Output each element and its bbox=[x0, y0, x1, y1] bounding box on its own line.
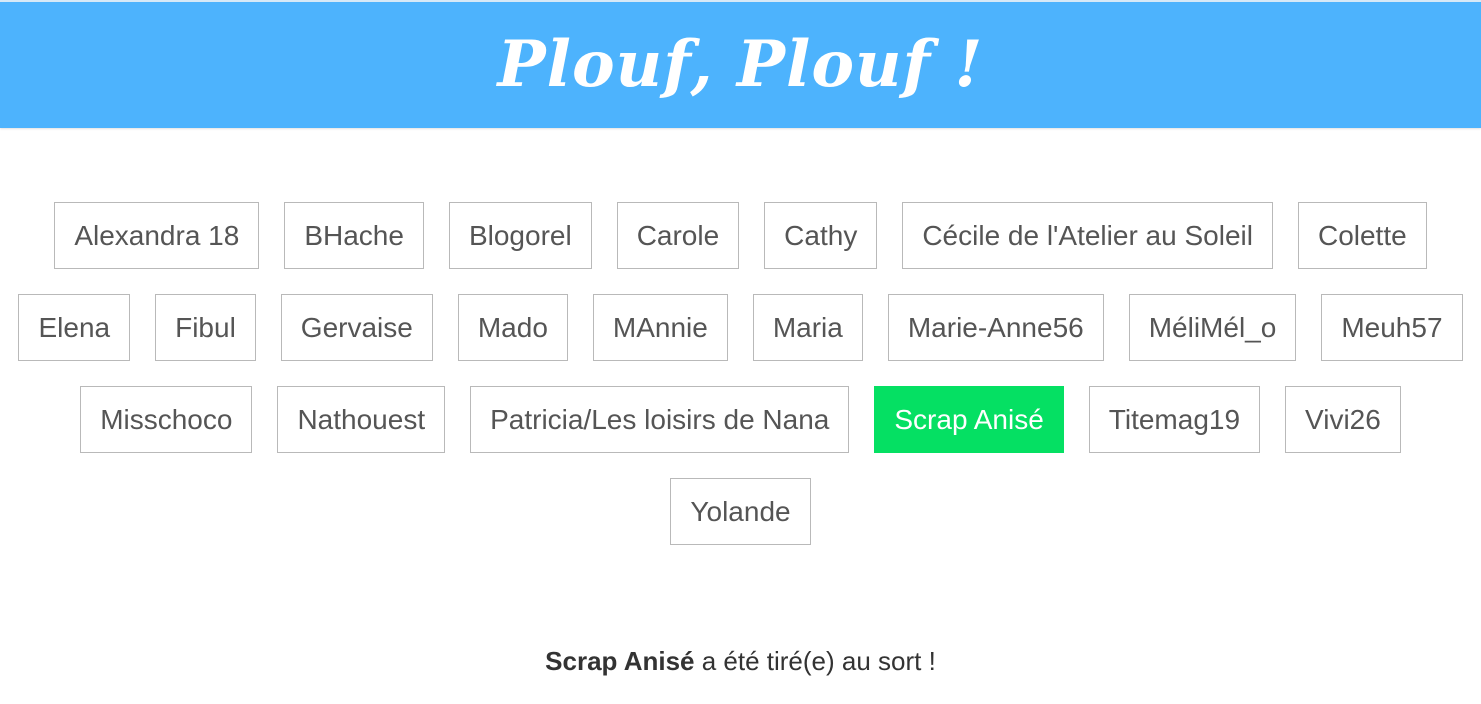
name-button[interactable]: MAnnie bbox=[592, 294, 728, 361]
result-message: Scrap Anisé a été tiré(e) au sort ! bbox=[0, 644, 1481, 678]
name-button[interactable]: BHache bbox=[284, 202, 424, 269]
name-button[interactable]: Gervaise bbox=[280, 294, 433, 361]
header-bar: Plouf, Plouf ! bbox=[0, 0, 1481, 128]
name-button[interactable]: Fibul bbox=[155, 294, 256, 361]
name-button[interactable]: Carole bbox=[616, 202, 740, 269]
name-list: Alexandra 18 BHache Blogorel Carole Cathy Céc… bbox=[0, 202, 1481, 545]
name-button[interactable]: Maria bbox=[752, 294, 863, 361]
page-title: Plouf, Plouf ! bbox=[497, 27, 984, 102]
name-button[interactable]: Vivi26 bbox=[1285, 386, 1401, 453]
name-button[interactable]: Alexandra 18 bbox=[54, 202, 260, 269]
name-button[interactable]: Marie-Anne56 bbox=[887, 294, 1104, 361]
name-button[interactable]: Titemag19 bbox=[1088, 386, 1261, 453]
name-button[interactable]: Meuh57 bbox=[1321, 294, 1463, 361]
name-button[interactable]: Cathy bbox=[764, 202, 878, 269]
name-button[interactable]: Patricia/Les loisirs de Nana bbox=[470, 386, 850, 453]
name-button[interactable]: Blogorel bbox=[448, 202, 592, 269]
name-button[interactable]: Misschoco bbox=[80, 386, 253, 453]
result-winner: Scrap Anisé bbox=[545, 646, 695, 676]
name-button[interactable]: MéliMél_o bbox=[1128, 294, 1297, 361]
name-button[interactable]: Mado bbox=[457, 294, 568, 361]
name-button[interactable]: Colette bbox=[1297, 202, 1427, 269]
name-button-selected[interactable]: Scrap Anisé bbox=[874, 386, 1064, 453]
name-button[interactable]: Nathouest bbox=[277, 386, 446, 453]
name-button[interactable]: Elena bbox=[18, 294, 131, 361]
name-button[interactable]: Cécile de l'Atelier au Soleil bbox=[902, 202, 1273, 269]
result-suffix: a été tiré(e) au sort ! bbox=[694, 646, 936, 676]
name-button[interactable]: Yolande bbox=[670, 478, 811, 545]
